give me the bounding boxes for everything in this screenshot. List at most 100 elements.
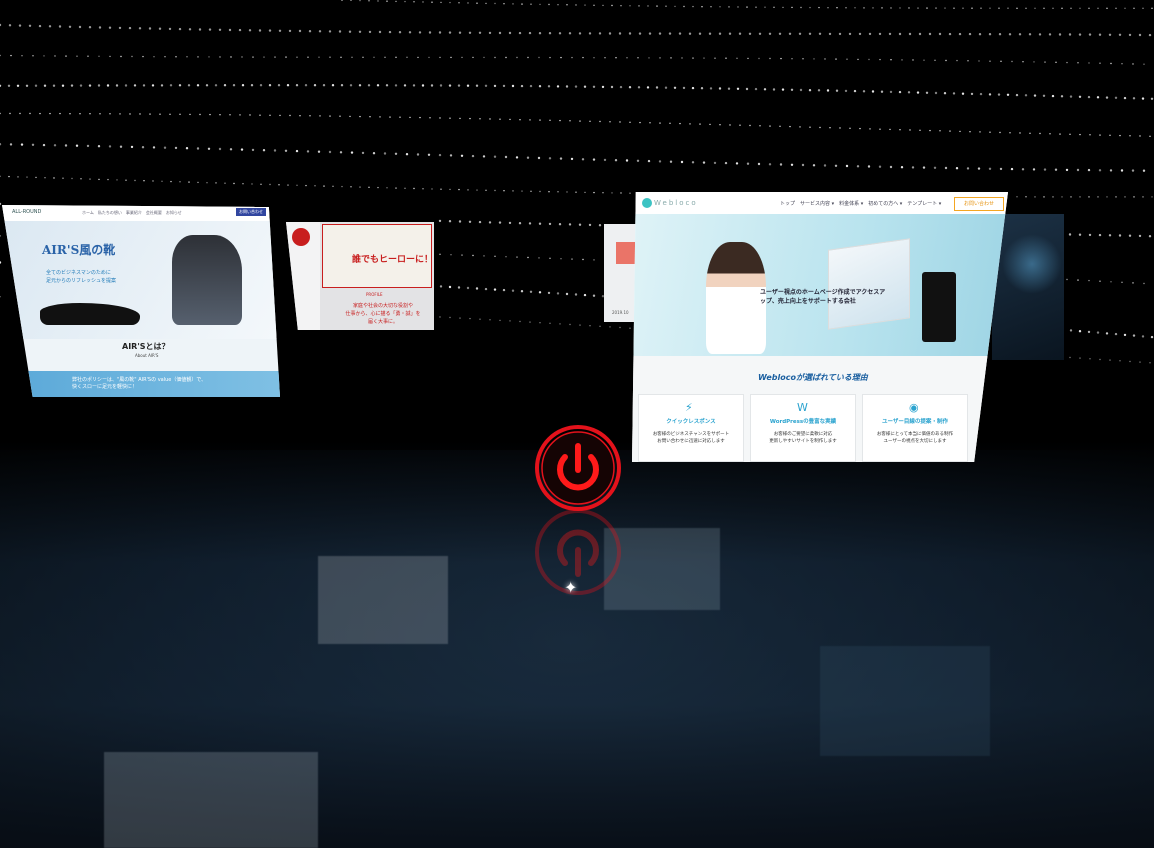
star-dot <box>262 149 266 152</box>
star-dot <box>980 7 982 9</box>
star-dot <box>881 7 883 9</box>
star-dot <box>1115 196 1117 198</box>
star-dot <box>529 290 533 293</box>
star-dot <box>1132 63 1134 65</box>
star-dot <box>289 114 291 117</box>
star-dot <box>44 177 46 179</box>
site-menu: トップ サービス内容 ▾ 料金体系 ▾ 初めての方へ ▾ テンプレート ▾ <box>780 201 942 207</box>
star-dot <box>1069 133 1071 135</box>
star-dot <box>879 128 881 130</box>
star-dot <box>1098 169 1102 172</box>
star-dot <box>406 56 408 58</box>
star-dot <box>317 150 321 153</box>
star-dot <box>502 84 506 88</box>
star-dot <box>798 32 802 35</box>
star-dot <box>1123 96 1127 100</box>
hero-title: AIR'S風の靴 <box>42 243 116 257</box>
star-dot <box>638 32 642 35</box>
star-dot <box>1119 360 1121 362</box>
star-dot <box>953 7 955 9</box>
star-dot <box>978 60 980 62</box>
star-dot <box>1121 63 1123 65</box>
star-dot <box>1069 329 1073 332</box>
window-card-partial[interactable]: 2019.10 <box>604 224 638 322</box>
star-dot <box>929 129 931 132</box>
section-subtitle: About AIR'S <box>135 353 159 358</box>
star-dot <box>359 115 361 118</box>
star-dot <box>925 91 929 95</box>
red-thumbnail <box>616 242 638 264</box>
star-dot <box>548 157 552 160</box>
star-dot <box>197 56 199 58</box>
star-dot <box>1058 33 1062 36</box>
star-dot <box>341 0 343 1</box>
window-card-airs[interactable]: ALL-ROUND ホーム 私たちの想い 事業紹介 会社概要 お知らせ お問い合… <box>2 205 280 397</box>
star-dot <box>568 223 572 226</box>
star-dot <box>718 87 722 90</box>
star-dot <box>472 254 474 257</box>
star-dot <box>1142 196 1144 198</box>
star-dot <box>608 32 612 35</box>
star-dot <box>899 7 901 9</box>
star-dot <box>412 84 416 87</box>
reason-card: ◉ ユーザー目線の提案・制作 お客様にとって本当に価値のある制作 ユーザーの視点… <box>862 394 968 462</box>
star-dot <box>168 27 172 31</box>
star-dot <box>1079 7 1081 9</box>
star-dot <box>664 86 668 89</box>
star-dot <box>782 6 784 9</box>
star-dot <box>224 182 226 184</box>
star-dot <box>438 219 442 223</box>
star-dot <box>298 29 302 33</box>
star-dot <box>809 126 811 128</box>
eye-icon: ◉ <box>909 401 919 414</box>
star-dot <box>637 86 641 89</box>
star-dot <box>1099 358 1101 361</box>
star-dot <box>1033 94 1037 97</box>
star-dot <box>241 56 243 58</box>
star-dot <box>549 119 551 122</box>
star-dot <box>629 121 631 124</box>
star-dot <box>719 6 721 8</box>
star-dot <box>467 2 469 4</box>
star-dot <box>583 293 587 297</box>
window-card-webloco[interactable]: Webloco トップ サービス内容 ▾ 料金体系 ▾ 初めての方へ ▾ テンプ… <box>632 192 1008 462</box>
star-dot <box>702 161 706 164</box>
star-dot <box>1077 279 1079 281</box>
window-card-hero-poster[interactable]: 誰でもヒーローに！ PROFILE 家庭や社会の大切な役割や 仕事から、心に描る… <box>286 222 434 330</box>
star-dot <box>790 163 794 166</box>
star-dot <box>358 84 362 87</box>
star-dot <box>670 57 672 59</box>
star-dot <box>449 117 451 119</box>
star-dot <box>593 191 595 194</box>
star-dot <box>966 167 970 170</box>
star-dot <box>701 6 703 8</box>
star-dot <box>286 84 290 87</box>
star-dot <box>1123 333 1127 337</box>
star-dot <box>692 57 694 59</box>
power-button[interactable] <box>534 424 622 512</box>
star-dot <box>836 7 838 9</box>
star-dot <box>449 154 453 157</box>
star-dot <box>17 176 19 178</box>
star-dot <box>460 154 464 157</box>
info-band-text: 弊社のポリシーは、"風の靴" AIR'Sの value（価値観）で、 快くスロー… <box>72 377 207 390</box>
star-dot <box>530 3 532 5</box>
star-dot <box>746 162 750 165</box>
star-dot <box>252 56 254 58</box>
star-dot <box>629 192 631 194</box>
star-dot <box>274 56 276 58</box>
star-dot <box>503 3 505 5</box>
star-dot <box>1142 7 1144 9</box>
star-dot <box>823 164 827 167</box>
star-dot <box>488 221 492 224</box>
star-dot <box>818 6 820 9</box>
star-dot <box>54 55 56 57</box>
star-dot <box>417 56 419 59</box>
star-dot <box>409 116 411 119</box>
window-card-dark[interactable] <box>992 214 1064 360</box>
star-dot <box>938 32 942 36</box>
star-dot <box>53 144 57 147</box>
star-dot <box>89 113 91 115</box>
star-dot <box>169 84 173 87</box>
star-dot <box>681 57 683 59</box>
